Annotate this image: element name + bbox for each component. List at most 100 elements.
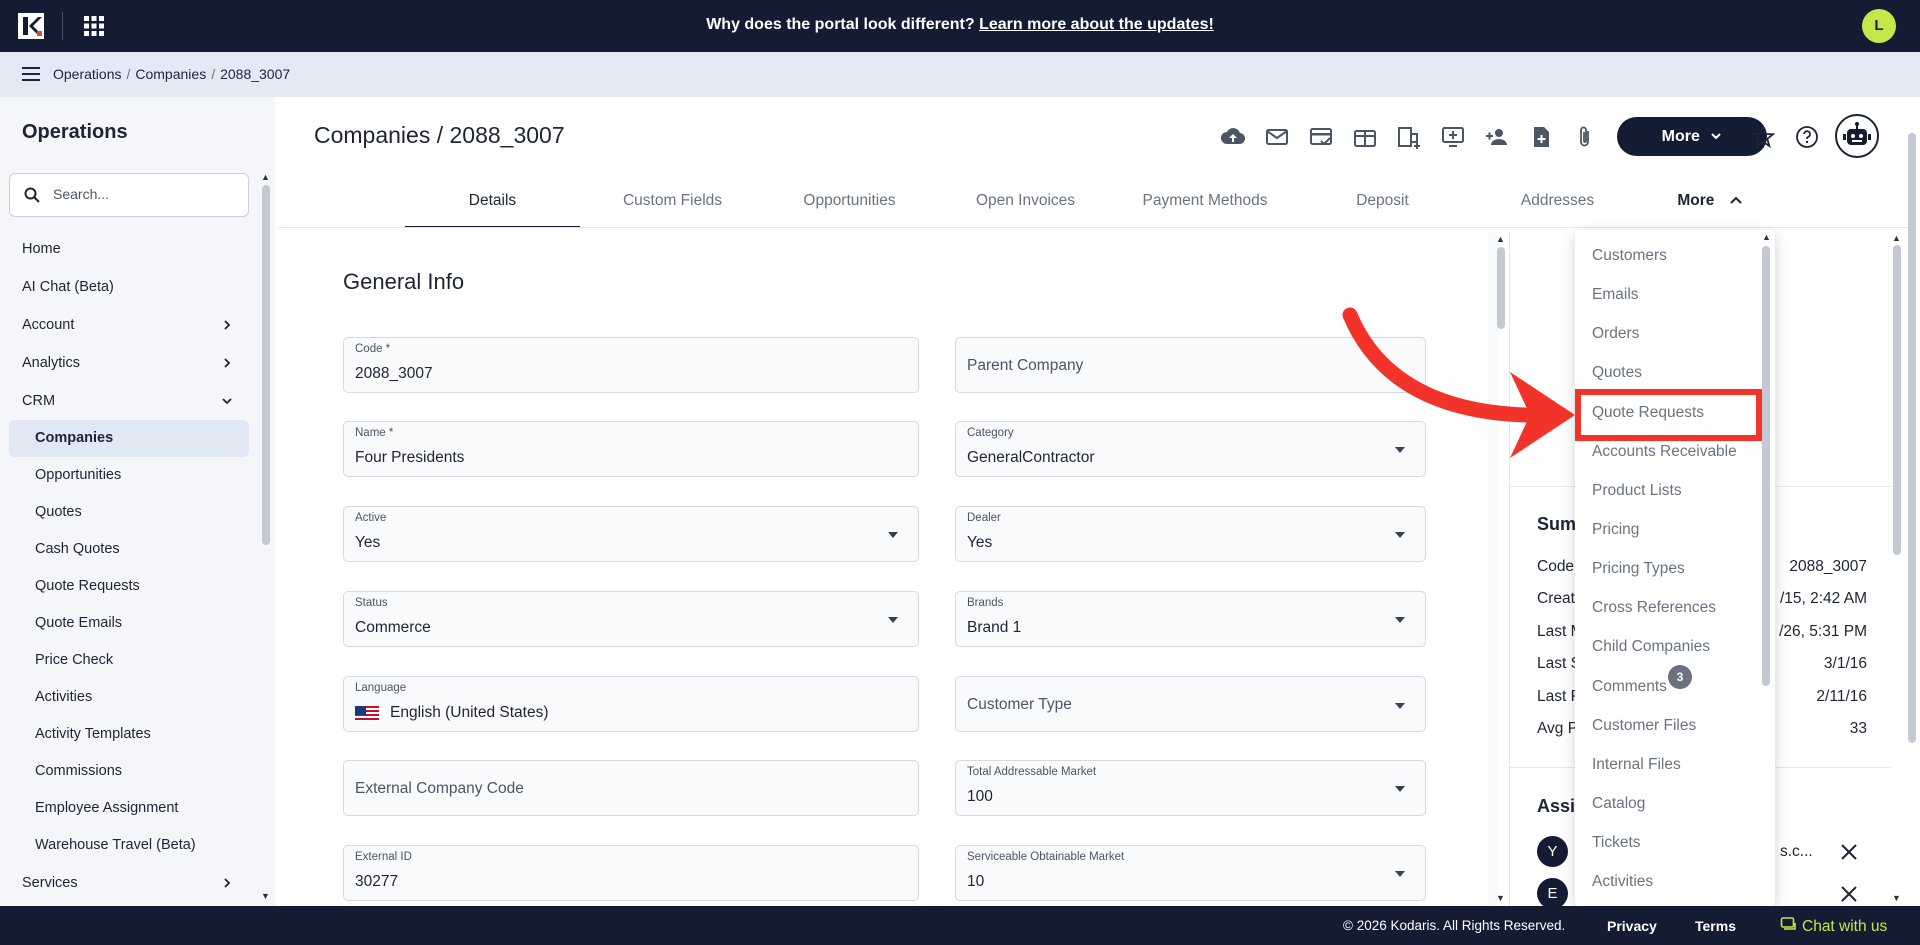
hamburger-menu-icon[interactable] [22,66,40,82]
external-id-field[interactable]: External ID 30277 [343,845,919,901]
privacy-link[interactable]: Privacy [1607,918,1657,934]
scroll-up-arrow[interactable]: ▲ [1496,234,1505,244]
payment-button[interactable] [1306,122,1336,152]
sidebar-item-ai-chat[interactable]: AI Chat (Beta) [0,268,258,306]
active-value: Yes [355,534,381,551]
tab-deposit[interactable]: Deposit [1300,184,1465,228]
page-scrollbar[interactable] [1908,133,1916,743]
close-icon[interactable] [1840,885,1858,903]
sidebar-scrollbar[interactable] [262,185,270,545]
sidebar: Operations Home AI Chat (Beta) Account A… [0,97,275,906]
ai-assistant-button[interactable] [1835,114,1879,158]
menu-item-activities[interactable]: Activities [1592,873,1653,891]
language-field[interactable]: Language English (United States) [343,676,919,732]
scroll-down-arrow[interactable]: ▼ [1496,893,1505,903]
menu-item-child-companies[interactable]: Child Companies [1592,638,1710,656]
external-id-value: 30277 [355,873,399,890]
breadcrumb-operations[interactable]: Operations [53,66,121,82]
language-label: Language [355,682,407,694]
sidebar-item-activity-templates[interactable]: Activity Templates [0,716,258,753]
email-button[interactable] [1262,122,1292,152]
tab-open-invoices[interactable]: Open Invoices [943,184,1108,228]
total-addressable-market-select[interactable]: Total Addressable Market 100 [955,760,1426,816]
serviceable-obtainable-market-select[interactable]: Serviceable Obtainable Market 10 [955,845,1426,901]
sidebar-item-opportunities[interactable]: Opportunities [0,457,258,494]
sidebar-item-crm[interactable]: CRM [0,382,258,420]
sidebar-item-activities[interactable]: Activities [0,679,258,716]
card-check-icon [1310,128,1332,146]
sidebar-item-commissions[interactable]: Commissions [0,753,258,790]
sidebar-item-quotes[interactable]: Quotes [0,494,258,531]
code-field[interactable]: Code * 2088_3007 [343,337,919,393]
status-select[interactable]: Status Commerce [343,591,919,647]
tab-addresses[interactable]: Addresses [1475,184,1640,228]
gift-button[interactable] [1350,122,1380,152]
chat-with-us-button[interactable]: Chat with us [1780,916,1887,936]
menu-item-product-lists[interactable]: Product Lists [1592,482,1682,500]
breadcrumb-companies[interactable]: Companies [135,66,206,82]
cloud-upload-button[interactable] [1218,122,1248,152]
menu-item-tickets[interactable]: Tickets [1592,834,1641,852]
terms-link[interactable]: Terms [1695,918,1736,934]
sidebar-item-home[interactable]: Home [0,230,258,268]
sidebar-item-warehouse-travel[interactable]: Warehouse Travel (Beta) [0,827,258,864]
chevron-up-icon [1729,196,1742,204]
add-screen-button[interactable] [1438,122,1468,152]
code-label: Code * [355,343,391,355]
customer-type-select[interactable]: Customer Type [955,676,1426,732]
tab-custom-fields[interactable]: Custom Fields [590,184,755,228]
scroll-up-arrow[interactable]: ▲ [1892,233,1901,243]
assignee-avatar[interactable]: E [1537,878,1568,909]
sidebar-search-input[interactable] [53,186,238,202]
sidebar-item-services[interactable]: Services [0,864,258,902]
menu-item-internal-files[interactable]: Internal Files [1592,756,1681,774]
menu-item-pricing[interactable]: Pricing [1592,521,1639,539]
user-avatar[interactable]: L [1862,9,1896,43]
add-company-button[interactable] [1394,122,1424,152]
menu-item-accounts-receivable[interactable]: Accounts Receivable [1592,443,1737,461]
sidebar-item-analytics[interactable]: Analytics [0,344,258,382]
sidebar-item-employee-assignment[interactable]: Employee Assignment [0,790,258,827]
attach-button[interactable] [1570,122,1600,152]
dealer-select[interactable]: Dealer Yes [955,506,1426,562]
sidebar-item-account[interactable]: Account [0,306,258,344]
scroll-up-arrow[interactable]: ▲ [261,172,270,182]
tab-more[interactable]: More [1645,184,1775,228]
help-icon[interactable] [1794,124,1820,150]
scroll-down-arrow[interactable]: ▼ [1892,893,1901,903]
more-actions-button[interactable]: More [1617,117,1767,156]
menu-item-customer-files[interactable]: Customer Files [1592,717,1696,735]
sidebar-item-price-check[interactable]: Price Check [0,642,258,679]
active-select[interactable]: Active Yes [343,506,919,562]
tab-details[interactable]: Details [405,184,580,228]
sidebar-item-quote-requests[interactable]: Quote Requests [0,568,258,605]
menu-item-catalog[interactable]: Catalog [1592,795,1645,813]
tab-payment-methods[interactable]: Payment Methods [1120,184,1290,228]
menu-item-pricing-types[interactable]: Pricing Types [1592,560,1685,578]
summary-scrollbar[interactable] [1893,245,1901,555]
tab-opportunities[interactable]: Opportunities [767,184,932,228]
dealer-value: Yes [967,534,993,551]
star-icon[interactable] [1750,124,1776,150]
more-button-label: More [1661,128,1700,145]
sidebar-search[interactable] [9,173,249,217]
tabs-divider [278,227,1908,228]
scroll-up-arrow[interactable]: ▲ [1762,232,1771,242]
sidebar-item-quote-emails[interactable]: Quote Emails [0,605,258,642]
close-icon[interactable] [1840,843,1858,861]
learn-more-link[interactable]: Learn more about the updates! [979,16,1214,33]
sidebar-item-companies[interactable]: Companies [9,420,249,457]
brands-select[interactable]: Brands Brand 1 [955,591,1426,647]
assignee-avatar[interactable]: Y [1537,836,1568,867]
menu-item-cross-references[interactable]: Cross References [1592,599,1716,617]
add-person-button[interactable] [1482,122,1512,152]
menu-scrollbar[interactable] [1762,246,1770,686]
sidebar-item-cash-quotes[interactable]: Cash Quotes [0,531,258,568]
name-field[interactable]: Name * Four Presidents [343,421,919,477]
scroll-down-arrow[interactable]: ▼ [261,891,270,901]
add-document-button[interactable] [1526,122,1556,152]
section-title: General Info [343,269,465,294]
external-company-code-field[interactable]: External Company Code [343,760,919,816]
menu-item-comments[interactable]: Comments [1592,678,1667,696]
menu-item-customers[interactable]: Customers [1592,247,1667,265]
